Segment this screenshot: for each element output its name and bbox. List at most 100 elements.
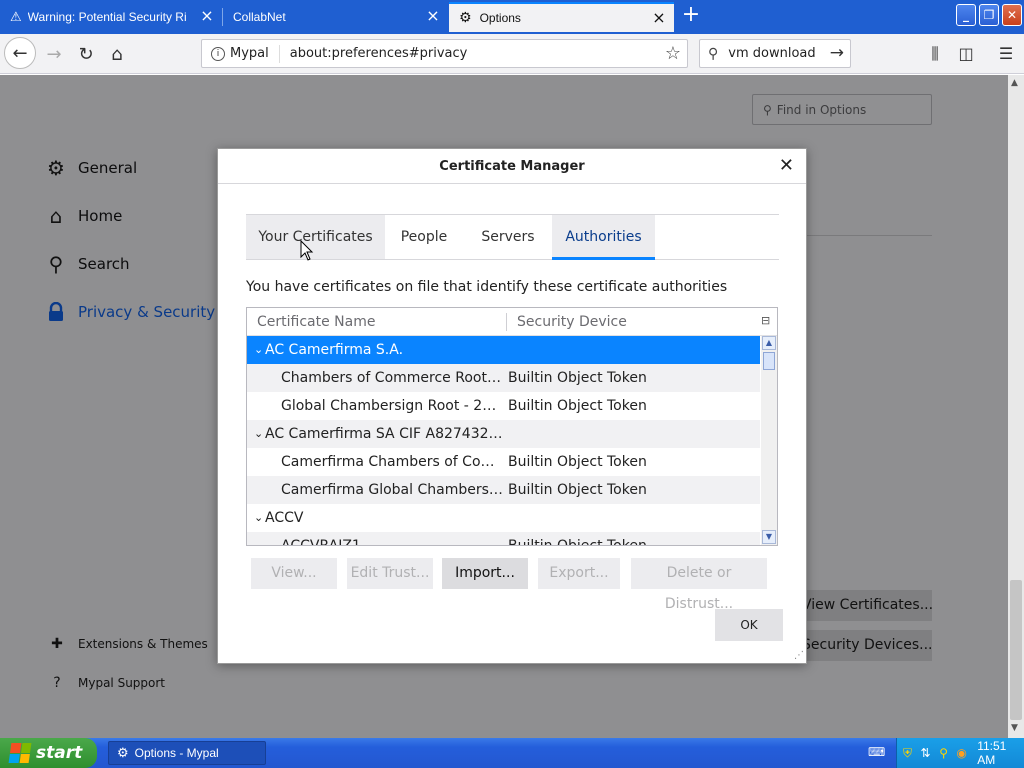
sidebar-item-label: General <box>78 159 138 177</box>
sidebar-item-general[interactable]: ⚙ General <box>44 156 137 180</box>
view-certificates-button[interactable]: View Certificates... <box>806 590 932 621</box>
sidebar-item-home[interactable]: ⌂ Home <box>44 204 123 228</box>
scrollbar-thumb[interactable] <box>763 352 775 370</box>
tab-security-warning[interactable]: ⚠ Warning: Potential Security Risk Ahead… <box>0 2 222 32</box>
button-label: Security Devices... <box>806 637 932 653</box>
tab-collabnet[interactable]: CollabNet × <box>223 2 448 32</box>
tab-your-certificates[interactable]: Your Certificates <box>246 215 385 259</box>
restore-button[interactable]: ❐ <box>979 4 999 26</box>
resize-grip-icon[interactable]: ⋰ <box>794 650 804 661</box>
sidebar-item-extensions[interactable]: ✚ Extensions & Themes <box>48 636 208 652</box>
delete-distrust-button[interactable]: Delete or Distrust... <box>631 558 767 612</box>
close-tab-icon[interactable]: × <box>200 8 214 24</box>
home-button[interactable]: ⌂ <box>103 40 131 68</box>
certificate-manager-dialog: Certificate Manager ✕ Your Certificates … <box>217 148 807 664</box>
authorities-description: You have certificates on file that ident… <box>246 279 728 295</box>
tree-row[interactable]: ⌄ AC Camerfirma SA CIF A82743287 <box>247 420 760 448</box>
identity-label: Mypal <box>230 44 280 63</box>
url-bar[interactable]: i Mypal about:preferences#privacy ☆ <box>201 39 688 68</box>
search-query[interactable]: vm download <box>728 46 815 61</box>
search-go-icon[interactable]: → <box>830 43 844 63</box>
column-picker-icon[interactable]: ⊟ <box>761 314 775 328</box>
bookmark-star-icon[interactable]: ☆ <box>665 43 681 64</box>
cert-name: Camerfirma Chambers of Commerce Root <box>281 454 505 470</box>
tree-row[interactable]: ⌄ ACCV <box>247 504 760 532</box>
tree-row[interactable]: Camerfirma Chambers of Commerce Root Bui… <box>247 448 760 476</box>
search-tray-icon[interactable]: ⚲ <box>936 746 951 760</box>
edit-trust-button[interactable]: Edit Trust... <box>347 558 433 589</box>
scroll-up-icon[interactable]: ▲ <box>762 336 776 350</box>
close-window-button[interactable]: ✕ <box>1002 4 1022 26</box>
chevron-down-icon[interactable]: ⌄ <box>254 420 263 448</box>
back-button[interactable]: ← <box>4 37 36 69</box>
view-button[interactable]: View... <box>251 558 337 589</box>
cert-device: Builtin Object Token <box>508 482 647 498</box>
tree-scrollbar[interactable]: ▲ ▼ <box>761 336 777 545</box>
start-button[interactable]: start <box>0 738 97 768</box>
close-icon[interactable]: ✕ <box>779 157 794 175</box>
keyboard-icon[interactable]: ⌨ <box>868 745 885 759</box>
clock: 11:51 AM <box>977 739 1007 767</box>
security-devices-button[interactable]: Security Devices... <box>806 630 932 661</box>
search-icon: ⚲ <box>48 252 64 276</box>
gear-icon: ⚙ <box>47 156 65 180</box>
volume-icon[interactable]: ◉ <box>954 746 969 760</box>
ok-button[interactable]: OK <box>715 609 783 641</box>
network-icon[interactable]: ⇅ <box>918 746 933 760</box>
url-text[interactable]: about:preferences#privacy <box>290 46 468 61</box>
windows-logo-icon <box>8 743 32 763</box>
navigation-toolbar: ← → ↻ ⌂ i Mypal about:preferences#privac… <box>0 34 1024 74</box>
tree-row[interactable]: Chambers of Commerce Root - 2008 Builtin… <box>247 364 760 392</box>
tab-authorities[interactable]: Authorities <box>552 215 655 260</box>
export-button[interactable]: Export... <box>538 558 620 589</box>
tab-title: Options <box>479 11 521 25</box>
find-in-options-input[interactable]: ⚲ Find in Options <box>752 94 932 125</box>
tree-row[interactable]: Global Chambersign Root - 2008 Builtin O… <box>247 392 760 420</box>
scroll-up-icon[interactable]: ▲ <box>1011 78 1021 88</box>
chevron-down-icon[interactable]: ⌄ <box>254 336 263 364</box>
cert-name: Chambers of Commerce Root - 2008 <box>281 370 505 386</box>
import-button[interactable]: Import... <box>442 558 528 589</box>
close-tab-icon[interactable]: × <box>652 10 666 26</box>
scrollbar-thumb[interactable] <box>1010 580 1022 720</box>
sidebar-item-privacy-security[interactable]: Privacy & Security <box>44 300 215 324</box>
minimize-button[interactable]: _ <box>956 4 976 26</box>
tree-row[interactable]: ⌄ AC Camerfirma S.A. <box>247 336 760 364</box>
tab-options[interactable]: ⚙ Options × <box>449 2 674 32</box>
find-placeholder: Find in Options <box>776 102 867 117</box>
cert-name: ACCV <box>265 510 304 526</box>
taskbar-item-mypal[interactable]: ⚙ Options - Mypal <box>108 741 266 765</box>
sidebar-item-search[interactable]: ⚲ Search <box>44 252 130 276</box>
tab-servers[interactable]: Servers <box>468 215 548 259</box>
cert-name: Global Chambersign Root - 2008 <box>281 398 505 414</box>
sidebar-item-label: Search <box>78 255 130 273</box>
security-shield-icon[interactable]: ⛨ <box>900 746 915 761</box>
tab-title: CollabNet <box>233 10 286 24</box>
tree-row[interactable]: ACCVRAIZ1 Builtin Object Token <box>247 532 760 546</box>
tab-people[interactable]: People <box>389 215 459 259</box>
reload-button[interactable]: ↻ <box>72 40 100 68</box>
scroll-down-icon[interactable]: ▼ <box>1011 723 1021 733</box>
cert-device: Builtin Object Token <box>508 398 647 414</box>
forward-button[interactable]: → <box>40 40 68 68</box>
sidebar-icon[interactable]: ◫ <box>956 44 976 64</box>
close-tab-icon[interactable]: × <box>426 8 440 24</box>
column-certificate-name[interactable]: Certificate Name <box>257 308 375 336</box>
tree-header: Certificate Name Security Device ⊟ <box>247 308 777 336</box>
chevron-down-icon[interactable]: ⌄ <box>254 504 263 532</box>
tab-title: Warning: Potential Security Risk Ahead <box>27 10 186 24</box>
cert-device: Builtin Object Token <box>508 370 647 386</box>
menu-icon[interactable]: ☰ <box>996 44 1016 64</box>
cert-name: ACCVRAIZ1 <box>281 538 361 546</box>
scroll-down-icon[interactable]: ▼ <box>762 530 776 544</box>
info-icon[interactable]: i <box>211 46 225 61</box>
tree-row[interactable]: Camerfirma Global Chambersign Root Built… <box>247 476 760 504</box>
search-bar[interactable]: ⚲ vm download → <box>699 39 851 68</box>
gear-icon: ⚙ <box>459 10 472 26</box>
certificate-tree[interactable]: Certificate Name Security Device ⊟ ⌄ AC … <box>246 307 778 546</box>
column-security-device[interactable]: Security Device <box>517 308 627 336</box>
new-tab-button[interactable]: + <box>680 4 702 26</box>
page-scrollbar[interactable]: ▲ ▼ <box>1008 75 1024 738</box>
library-icon[interactable]: ⫼ <box>925 44 945 64</box>
sidebar-item-support[interactable]: ? Mypal Support <box>48 675 165 691</box>
